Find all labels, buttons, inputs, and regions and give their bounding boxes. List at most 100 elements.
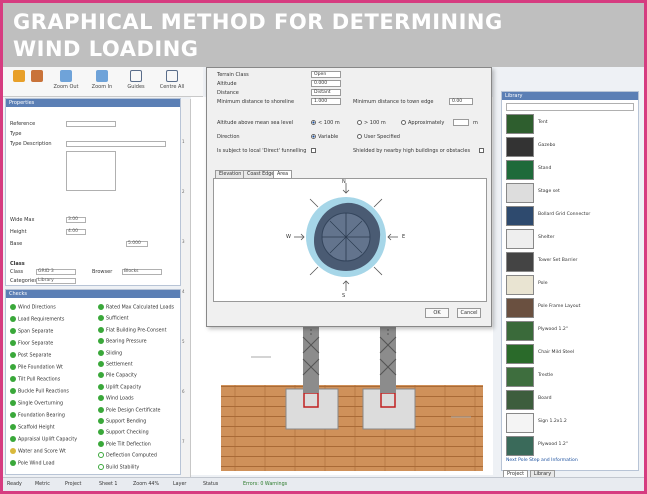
library-item-label: Bollard Grid Connector [538,212,591,217]
library-item[interactable]: Sign 1.2x1.2 [506,413,636,437]
class-select[interactable]: GRID 3 [36,269,76,275]
shielded-checkbox[interactable] [479,148,484,154]
check-item[interactable]: Pile Capacity [98,372,137,379]
library-thumbnail [506,183,534,203]
library-item[interactable]: Stand [506,160,636,184]
wide-max-input[interactable]: 3.00 [66,217,86,223]
check-dot-icon [10,424,16,430]
check-item[interactable]: Single Overturning [10,400,63,407]
library-item-label: Tent [538,120,548,125]
check-item[interactable]: Appraisal Uplift Capacity [10,436,77,443]
altitude-option-low[interactable]: < 100 m [311,120,340,126]
check-dot-icon [98,349,104,356]
check-item[interactable]: Scaffold Height [10,424,55,431]
tab-elevation[interactable]: Elevation [215,170,246,178]
library-thumbnail [506,137,534,157]
library-item[interactable]: Stage set [506,183,636,207]
library-item[interactable]: Bollard Grid Connector [506,206,636,230]
funnelling-checkbox[interactable] [311,148,316,154]
check-item[interactable]: Water and Score Wt [10,448,66,455]
library-item[interactable]: Board [506,390,636,414]
altitude-option-approx-label: Approximately [408,120,445,126]
check-item[interactable]: Support Bending [98,418,146,425]
check-item[interactable]: Pile Foundation Wt [10,364,63,371]
town-edge-input[interactable]: 0.00 [449,98,473,105]
check-dot-icon [10,400,16,406]
library-item[interactable]: Pole Frame Layout [506,298,636,322]
direction-option-variable[interactable]: Variable [311,134,338,140]
check-item[interactable]: Sufficient [98,315,129,322]
check-item[interactable]: Uplift Capacity [98,383,142,391]
library-item[interactable]: Pole [506,275,636,299]
type-description-input[interactable] [66,141,166,147]
direction-option-user[interactable]: User Specified [357,134,400,140]
description-textarea[interactable] [66,151,116,191]
library-item[interactable]: Chair Mild Steel [506,344,636,368]
check-item[interactable]: Sliding [98,349,122,356]
status-status: Status [203,482,219,487]
check-item[interactable]: Flat Building Pre-Consent [98,326,166,333]
check-item[interactable]: Foundation Bearing [10,412,65,419]
altitude-option-low-label: < 100 m [318,120,340,126]
library-item[interactable]: Trestle [506,367,636,391]
check-label: Rated Max Calculated Loads [106,305,174,311]
status-errors[interactable]: Errors: 0 Warnings [243,482,287,487]
terrain-select[interactable]: Open [311,71,341,78]
library-item[interactable]: Plywood 1.2" [506,321,636,345]
library-thumbnail [506,229,534,249]
check-item[interactable]: Deflection Computed [98,452,157,459]
altitude-input[interactable]: 0.000 [311,80,341,87]
library-footer-hint[interactable]: Next Pole Step and Information [506,458,578,463]
check-item[interactable]: Tilt Pull Reactions [10,376,60,383]
library-item-label: Board [538,396,552,401]
categories-select[interactable]: Library [36,278,76,284]
reference-input[interactable] [66,121,116,127]
check-item[interactable]: Wind Directions [10,304,56,311]
check-item[interactable]: Pole Design Certificate [98,406,160,413]
base-input[interactable]: 5.000 [126,241,148,247]
zoom-in-button[interactable]: Zoom In [87,70,117,94]
distance-select[interactable]: Distant [311,89,341,96]
altitude-option-approx[interactable]: Approximately [401,120,444,126]
altitude-option-high[interactable]: > 100 m [357,120,386,126]
check-item[interactable]: Span Separate [10,328,53,335]
check-label: Scaffold Height [18,425,55,431]
check-item[interactable]: Rated Max Calculated Loads [98,304,174,311]
check-label: Deflection Computed [106,453,157,459]
checks-panel: Checks Wind Directions Load Requirements S… [5,289,181,475]
library-item[interactable]: Gazebo [506,137,636,161]
tool-shape-button[interactable] [9,70,29,94]
library-item[interactable]: Tower Set Barrier [506,252,636,276]
cancel-button[interactable]: Cancel [457,308,481,318]
height-input[interactable]: 4.00 [66,229,86,235]
check-label: Uplift Capacity [106,385,142,391]
guides-button[interactable]: Guides [121,70,151,94]
check-item[interactable]: Pole Wind Load [10,460,55,467]
library-item[interactable]: Plywood 1.2" [506,436,636,460]
check-item[interactable]: Pole Tilt Deflection [98,440,151,447]
height-label: Height [10,229,27,235]
check-item[interactable]: Buckle Pull Reactions [10,388,69,395]
centre-all-button[interactable]: Centre All [155,70,189,94]
tab-area[interactable]: Area [273,170,293,178]
check-label: Wind Directions [18,305,56,311]
vertical-ruler[interactable]: 123 456 7 [181,99,191,491]
zoom-out-button[interactable]: Zoom Out [51,70,81,94]
check-item[interactable]: Support Checking [98,429,149,436]
footing-right [362,388,416,430]
check-item[interactable]: Floor Separate [10,340,53,347]
shoreline-input[interactable]: 1.000 [311,98,341,105]
library-category-select[interactable] [506,103,634,111]
check-item[interactable]: Bearing Pressure [98,338,147,345]
approx-altitude-input[interactable] [453,119,469,126]
ok-button[interactable]: OK [425,308,449,318]
library-item[interactable]: Shelter [506,229,636,253]
check-item[interactable]: Post Separate [10,352,51,359]
tool-paint-button[interactable] [27,70,47,94]
browser-select[interactable]: Blocks [122,269,162,275]
check-item[interactable]: Settlement [98,361,133,368]
library-item[interactable]: Tent [506,114,636,138]
check-item[interactable]: Wind Loads [98,395,134,402]
check-item[interactable]: Load Requirements [10,316,64,323]
check-item[interactable]: Build Stability [98,463,139,470]
